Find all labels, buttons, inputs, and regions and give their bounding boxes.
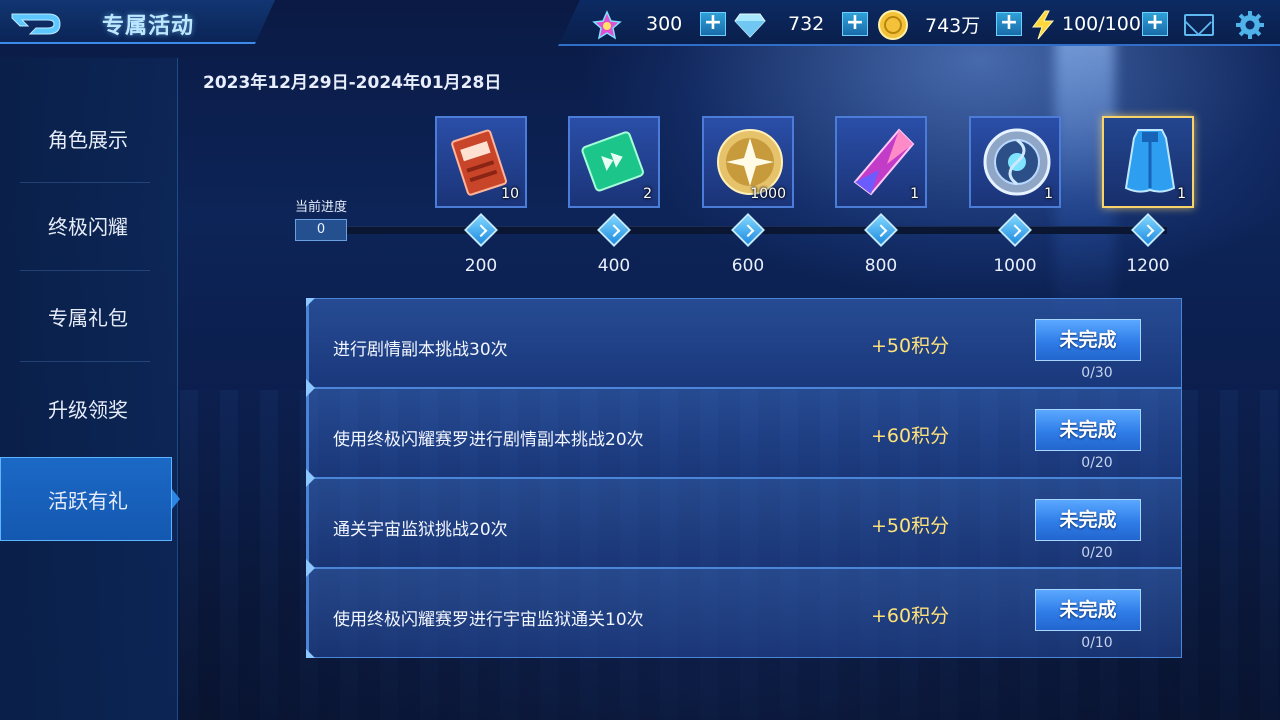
sidebar-item-label: 角色展示: [48, 127, 128, 152]
sidebar-item-label: 专属礼包: [48, 305, 128, 330]
milestone-label: 200: [464, 256, 498, 276]
sidebar-item-active-rewards[interactable]: 活跃有礼: [0, 457, 180, 541]
reward-slot[interactable]: 2: [568, 116, 660, 208]
page-title: 专属活动: [102, 14, 195, 39]
add-energy-button[interactable]: +: [1142, 12, 1168, 36]
milestone-node-icon: [998, 213, 1032, 247]
task-status-button[interactable]: 未完成: [1035, 499, 1141, 541]
back-button[interactable]: [8, 8, 66, 40]
milestone-node-icon: [1131, 213, 1165, 247]
reward-slot[interactable]: 1000: [702, 116, 794, 208]
sidebar-item-character-showcase[interactable]: 角色展示: [0, 96, 172, 180]
task-points: +50积分: [871, 335, 950, 357]
milestone-node-icon: [597, 213, 631, 247]
progress-label: 当前进度: [295, 200, 348, 215]
sidebar-item-label: 活跃有礼: [48, 488, 128, 513]
reward-quantity: 10: [501, 186, 519, 202]
add-gold-button[interactable]: +: [996, 12, 1022, 36]
progress-value: 0: [295, 219, 347, 241]
star-currency-value: 300: [646, 13, 683, 35]
task-progress-count: 0/20: [1081, 545, 1113, 561]
task-row: 使用终极闪耀赛罗进行剧情副本挑战20次 +60积分 未完成 0/20: [306, 388, 1182, 478]
reward-quantity: 1: [1044, 186, 1053, 202]
back-arrow-icon: [11, 13, 61, 35]
add-diamond-button[interactable]: +: [842, 12, 868, 36]
event-date-range: 2023年12月29日-2024年01月28日: [203, 73, 502, 93]
task-row: 进行剧情副本挑战30次 +50积分 未完成 0/30: [306, 298, 1182, 388]
task-status-button[interactable]: 未完成: [1035, 409, 1141, 451]
energy-value: 100/100: [1062, 13, 1141, 35]
task-points: +50积分: [871, 515, 950, 537]
milestone-label: 600: [731, 256, 765, 276]
task-description: 使用终极闪耀赛罗进行剧情副本挑战20次: [333, 430, 644, 450]
sidebar: 角色展示 终极闪耀 专属礼包 升级领奖 活跃有礼: [0, 58, 180, 720]
mail-icon[interactable]: [1184, 14, 1214, 36]
milestone-label: 400: [597, 256, 631, 276]
task-points: +60积分: [871, 605, 950, 627]
milestone-node-icon: [731, 213, 765, 247]
reward-slot[interactable]: 1: [835, 116, 927, 208]
diamond-icon: [734, 13, 766, 38]
milestone-label: 800: [864, 256, 898, 276]
star-currency-icon: [592, 10, 622, 40]
task-row: 使用终极闪耀赛罗进行宇宙监狱通关10次 +60积分 未完成 0/10: [306, 568, 1182, 658]
reward-quantity: 1: [910, 186, 919, 202]
reward-quantity: 1: [1177, 186, 1186, 202]
task-description: 使用终极闪耀赛罗进行宇宙监狱通关10次: [333, 610, 644, 630]
sidebar-item-ultimate-shining[interactable]: 终极闪耀: [0, 183, 172, 267]
task-description: 进行剧情副本挑战30次: [333, 340, 508, 360]
task-progress-count: 0/10: [1081, 635, 1113, 651]
task-points: +60积分: [871, 425, 950, 447]
reward-slot[interactable]: 10: [435, 116, 527, 208]
task-progress-count: 0/20: [1081, 455, 1113, 471]
sidebar-item-exclusive-pack[interactable]: 专属礼包: [0, 274, 172, 358]
reward-slot-featured[interactable]: 1: [1102, 116, 1194, 208]
task-progress-count: 0/30: [1081, 365, 1113, 381]
task-status-button[interactable]: 未完成: [1035, 589, 1141, 631]
task-status-button[interactable]: 未完成: [1035, 319, 1141, 361]
sidebar-divider: [20, 361, 150, 362]
sidebar-item-level-rewards[interactable]: 升级领奖: [0, 366, 172, 450]
green-card-icon: [581, 131, 644, 192]
sidebar-item-label: 终极闪耀: [48, 214, 128, 239]
energy-bolt-icon: [1032, 10, 1055, 40]
milestone-node-icon: [864, 213, 898, 247]
gear-icon[interactable]: [1235, 10, 1265, 40]
sidebar-item-label: 升级领奖: [48, 397, 128, 422]
milestone-label: 1200: [1126, 256, 1170, 276]
top-bar: 专属活动 300 + 732 + 743万 + 100/100 +: [0, 0, 1280, 56]
task-description: 通关宇宙监狱挑战20次: [333, 520, 508, 540]
reward-quantity: 1000: [750, 186, 786, 202]
gold-value: 743万: [925, 14, 981, 37]
gold-coin-icon: [878, 10, 908, 40]
milestone-node-icon: [464, 213, 498, 247]
reward-quantity: 2: [643, 186, 652, 202]
sidebar-divider: [20, 270, 150, 271]
task-row: 通关宇宙监狱挑战20次 +50积分 未完成 0/20: [306, 478, 1182, 568]
add-star-button[interactable]: +: [700, 12, 726, 36]
diamond-value: 732: [788, 13, 825, 35]
reward-slot[interactable]: 1: [969, 116, 1061, 208]
milestone-label: 1000: [993, 256, 1037, 276]
